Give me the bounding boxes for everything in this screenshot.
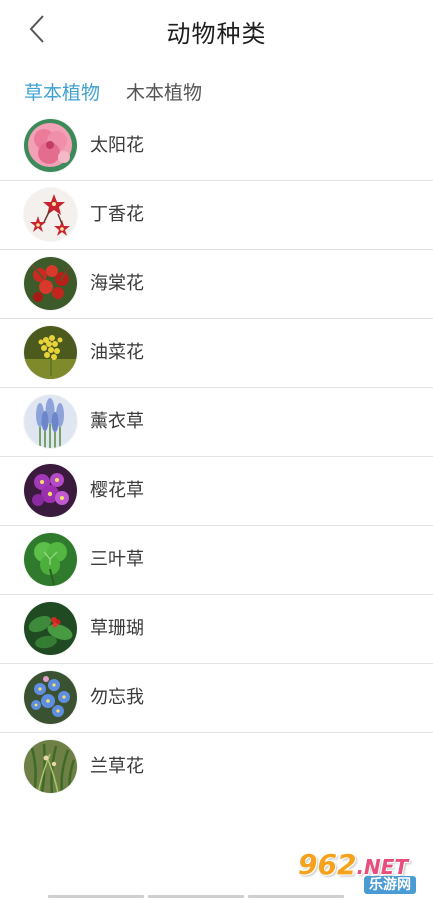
list-item[interactable]: 樱花草 <box>0 457 433 526</box>
bottom-indicator <box>48 895 344 898</box>
list-item[interactable]: 薰衣草 <box>0 388 433 457</box>
category-tabs: 草本植物 木本植物 <box>24 78 202 108</box>
header: 动物种类 <box>0 0 433 70</box>
page-title: 动物种类 <box>166 20 267 48</box>
item-label: 油菜花 <box>90 342 144 363</box>
list-item[interactable]: 兰草花 <box>0 733 433 801</box>
item-label: 薰衣草 <box>90 411 144 432</box>
sarcandra-thumbnail <box>24 602 77 655</box>
item-label: 丁香花 <box>90 204 144 225</box>
item-label: 三叶草 <box>90 549 144 570</box>
tab-herbaceous[interactable]: 草本植物 <box>24 78 100 108</box>
item-label: 海棠花 <box>90 273 144 294</box>
item-label: 草珊瑚 <box>90 618 144 639</box>
red-clove-flower-thumbnail <box>24 188 77 241</box>
indicator-bar <box>148 895 244 898</box>
item-label: 勿忘我 <box>90 687 144 708</box>
indicator-bar <box>248 895 344 898</box>
list-item[interactable]: 油菜花 <box>0 319 433 388</box>
list-item[interactable]: 草珊瑚 <box>0 595 433 664</box>
list-item[interactable]: 太阳花 <box>0 112 433 181</box>
watermark-sub: 乐游网 <box>364 876 416 894</box>
clover-thumbnail <box>24 533 77 586</box>
orchid-grass-thumbnail <box>24 740 77 793</box>
item-label: 兰草花 <box>90 756 144 777</box>
tab-woody[interactable]: 木本植物 <box>126 78 202 108</box>
list-item[interactable]: 三叶草 <box>0 526 433 595</box>
indicator-bar <box>48 895 144 898</box>
plant-list: 太阳花 丁香花 海棠花 油菜花 薰衣草 樱花草 三叶草 草珊瑚 勿忘我 兰草花 <box>0 112 433 801</box>
forget-me-not-thumbnail <box>24 671 77 724</box>
list-item[interactable]: 海棠花 <box>0 250 433 319</box>
site-watermark: 962.NET 乐游网 <box>294 850 426 896</box>
red-crabapple-thumbnail <box>24 257 77 310</box>
item-label: 樱花草 <box>90 480 144 501</box>
yellow-rapeseed-thumbnail <box>24 326 77 379</box>
pink-flower-thumbnail <box>24 119 77 172</box>
list-item[interactable]: 丁香花 <box>0 181 433 250</box>
item-label: 太阳花 <box>90 135 144 156</box>
list-item[interactable]: 勿忘我 <box>0 664 433 733</box>
lavender-thumbnail <box>24 395 77 448</box>
purple-primrose-thumbnail <box>24 464 77 517</box>
